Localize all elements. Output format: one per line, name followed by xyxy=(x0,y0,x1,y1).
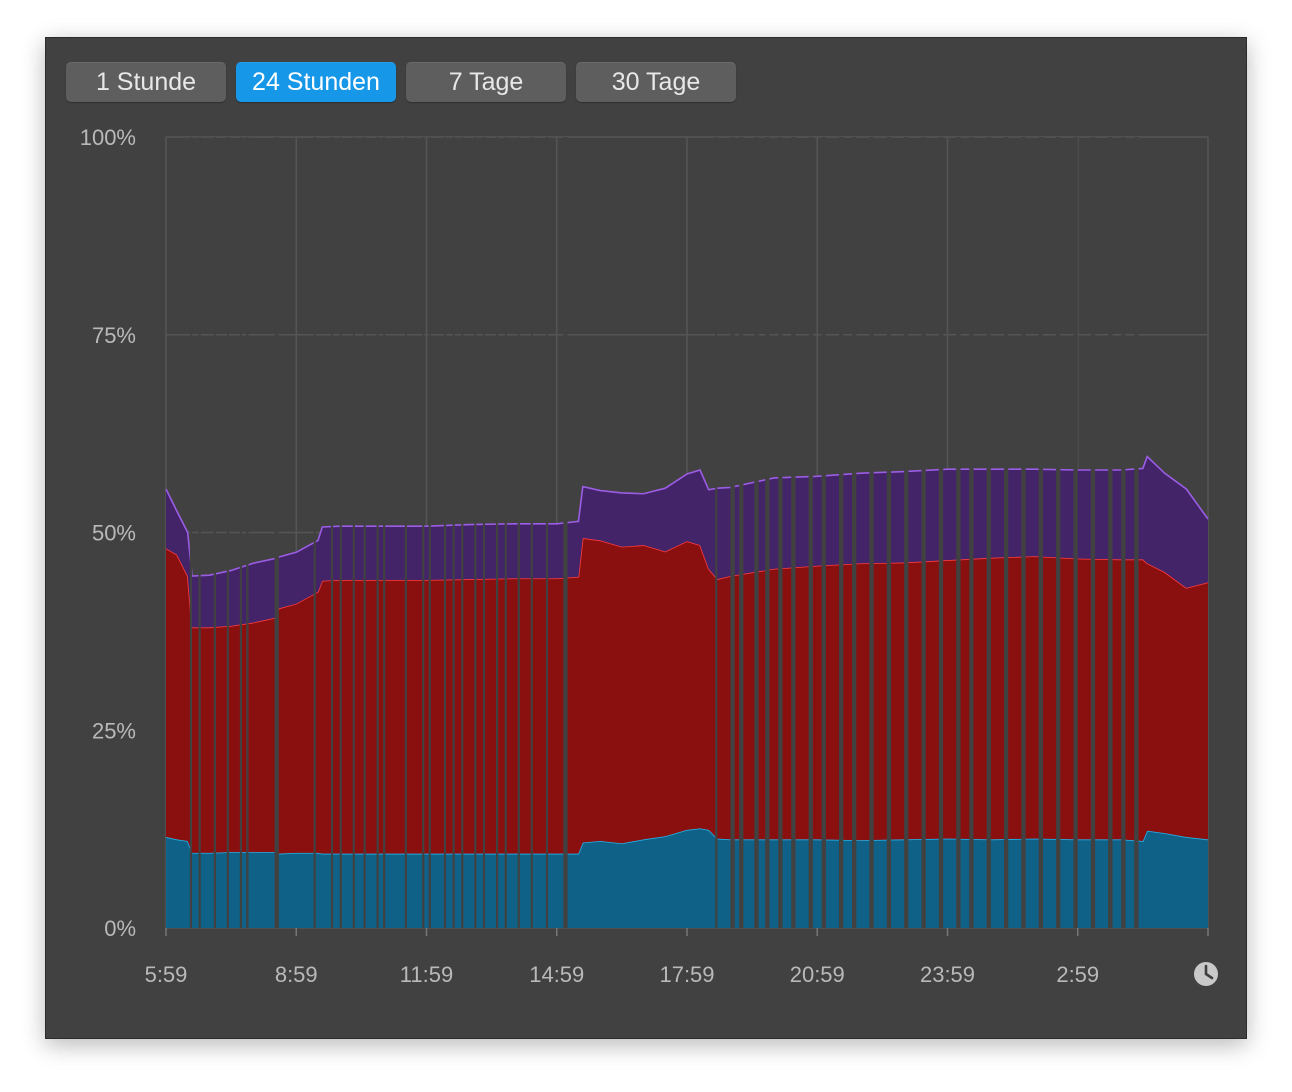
data-gap xyxy=(495,137,499,928)
data-gap xyxy=(330,137,334,928)
data-gap xyxy=(904,137,909,928)
data-gap xyxy=(1021,137,1026,928)
data-gap xyxy=(517,137,520,928)
data-gap xyxy=(226,137,229,928)
data-gap xyxy=(739,137,744,928)
data-gap xyxy=(404,137,407,928)
data-gap xyxy=(363,137,366,928)
data-gap xyxy=(1134,137,1139,928)
y-tick-label: 75% xyxy=(92,323,136,348)
clock-icon[interactable] xyxy=(1194,962,1218,986)
chart-areas xyxy=(165,455,1209,928)
data-gap xyxy=(474,137,477,928)
data-gap xyxy=(765,137,770,928)
x-tick-label: 8:59 xyxy=(275,962,318,987)
data-gap xyxy=(1003,137,1009,928)
data-gap xyxy=(791,137,796,928)
data-gap xyxy=(443,137,447,928)
data-gap xyxy=(352,137,355,928)
data-gap xyxy=(921,137,926,928)
data-gap xyxy=(383,137,386,928)
data-gap xyxy=(754,137,759,928)
data-gap xyxy=(851,137,857,928)
data-gap xyxy=(838,137,844,928)
data-gap xyxy=(452,137,455,928)
data-gap xyxy=(1073,137,1078,928)
data-gap xyxy=(1038,137,1044,928)
data-gap xyxy=(1121,137,1126,928)
data-gap xyxy=(1090,137,1096,928)
y-tick-label: 0% xyxy=(104,916,136,941)
x-tick-label: 14:59 xyxy=(529,962,584,987)
cpu-usage-chart: 0% 25% 50% 75% 100% 5:59 8:59 11:59 14:59 17:59 20… xyxy=(80,125,1218,987)
data-gap xyxy=(189,137,193,928)
x-tick-label: 2:59 xyxy=(1056,962,1099,987)
y-tick-label: 25% xyxy=(92,718,136,743)
data-gap xyxy=(938,137,944,928)
data-gap xyxy=(563,137,568,928)
y-tick-label: 50% xyxy=(92,521,136,546)
data-gap xyxy=(821,137,826,928)
data-gap xyxy=(886,137,892,928)
data-gap xyxy=(969,137,974,928)
data-gap xyxy=(274,137,279,928)
x-tick-label: 5:59 xyxy=(145,962,188,987)
data-gap xyxy=(1108,137,1113,928)
y-tick-label: 100% xyxy=(80,125,136,150)
data-gap xyxy=(715,137,718,928)
data-gap xyxy=(239,137,242,928)
data-gap xyxy=(778,137,783,928)
data-gap xyxy=(313,137,316,928)
x-tick-label: 17:59 xyxy=(659,962,714,987)
x-tick-label: 23:59 xyxy=(920,962,975,987)
cpu-history-window: 1 Stunde 24 Stunden 7 Tage 30 Tage 0% 25%… xyxy=(45,37,1247,1039)
x-tick-label: 11:59 xyxy=(400,962,453,987)
data-gap xyxy=(422,137,425,928)
data-gap xyxy=(428,137,431,928)
data-gap xyxy=(730,137,735,928)
data-gap xyxy=(482,137,486,928)
series-system-area xyxy=(166,538,1208,854)
x-tick-label: 20:59 xyxy=(790,962,845,987)
data-gap xyxy=(339,137,342,928)
data-gap xyxy=(869,137,874,928)
data-gap xyxy=(808,137,813,928)
data-gap xyxy=(461,137,464,928)
data-gap xyxy=(956,137,961,928)
data-gap xyxy=(504,137,507,928)
data-gap xyxy=(986,137,991,928)
data-gap xyxy=(213,137,216,928)
data-gap xyxy=(376,137,379,928)
data-gap xyxy=(246,137,249,928)
data-gap xyxy=(530,137,533,928)
data-gap xyxy=(545,137,549,928)
data-gap xyxy=(1056,137,1061,928)
data-gap xyxy=(198,137,201,928)
